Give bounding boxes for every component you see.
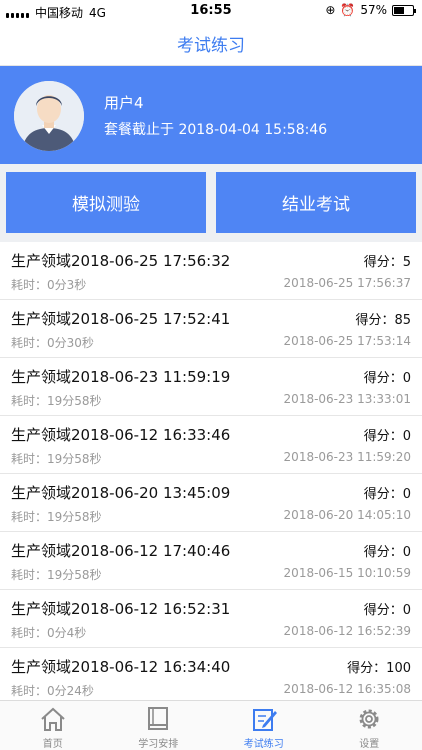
record-date: 2018-06-23 11:59:20 <box>283 450 411 464</box>
tab-settings[interactable]: 设置 <box>317 701 422 750</box>
tab-label: 考试练习 <box>243 739 284 750</box>
record-score: 得分：0 <box>363 603 411 618</box>
record-duration: 耗时：19分58秒 <box>11 510 102 524</box>
record-score: 得分：0 <box>363 545 411 560</box>
record-date: 2018-06-12 16:52:39 <box>283 624 411 638</box>
record-title: 生产领域2018-06-20 13:45:09 <box>11 484 231 502</box>
tab-label: 设置 <box>359 739 380 750</box>
list-item[interactable]: 生产领域2018-06-12 16:52:31 得分：0 耗时：0分4秒 201… <box>0 590 422 648</box>
nav-bar: 考试练习 <box>0 22 422 66</box>
record-title: 生产领域2018-06-23 11:59:19 <box>11 368 231 386</box>
status-bar: 中国移动 4G 16:55 ⊕ ⏰ 57% <box>0 0 422 22</box>
record-date: 2018-06-25 17:56:37 <box>283 276 411 290</box>
list-item[interactable]: 生产领域2018-06-12 16:33:46 得分：0 耗时：19分58秒 2… <box>0 416 422 474</box>
user-name: 用户4 <box>104 94 144 112</box>
record-date: 2018-06-15 10:10:59 <box>283 566 411 580</box>
record-date: 2018-06-12 16:35:08 <box>283 682 411 696</box>
user-avatar-icon <box>14 81 84 151</box>
record-title: 生产领域2018-06-12 17:40:46 <box>11 542 231 560</box>
book-icon <box>148 707 169 730</box>
tab-bar: 首页 学习安排 考试练习 设置 <box>0 700 422 750</box>
record-duration: 耗时：0分24秒 <box>11 684 94 698</box>
record-score: 得分：0 <box>363 429 411 444</box>
mock-test-button[interactable]: 模拟测验 <box>6 172 206 233</box>
gear-icon <box>359 709 379 729</box>
record-score: 得分：0 <box>363 487 411 502</box>
action-button-row: 模拟测验 结业考试 <box>0 164 422 242</box>
tab-exam-practice[interactable]: 考试练习 <box>211 701 317 750</box>
list-item[interactable]: 生产领域2018-06-12 17:40:46 得分：0 耗时：19分58秒 2… <box>0 532 422 590</box>
profile-banner: 用户4 套餐截止于 2018-04-04 15:58:46 <box>0 66 422 164</box>
record-title: 生产领域2018-06-25 17:52:41 <box>11 310 231 328</box>
record-date: 2018-06-23 13:33:01 <box>283 392 411 406</box>
record-date: 2018-06-20 14:05:10 <box>283 508 411 522</box>
edit-icon <box>252 709 277 731</box>
tab-home[interactable]: 首页 <box>0 701 106 750</box>
list-item[interactable]: 生产领域2018-06-25 17:56:32 得分：5 耗时：0分3秒 201… <box>0 242 422 300</box>
alarm-icon: ⏰ <box>340 3 356 17</box>
record-duration: 耗时：0分4秒 <box>11 626 87 640</box>
subscription-expiry: 套餐截止于 2018-04-04 15:58:46 <box>104 122 328 138</box>
record-title: 生产领域2018-06-25 17:56:32 <box>11 252 231 270</box>
list-item[interactable]: 生产领域2018-06-20 13:45:09 得分：0 耗时：19分58秒 2… <box>0 474 422 532</box>
list-item[interactable]: 生产领域2018-06-12 16:34:40 得分：100 耗时：0分24秒 … <box>0 648 422 700</box>
record-duration: 耗时：19分58秒 <box>11 394 102 408</box>
tab-label: 首页 <box>42 739 63 750</box>
record-duration: 耗时：19分58秒 <box>11 452 102 466</box>
record-score: 得分：85 <box>355 313 411 328</box>
tab-study-plan[interactable]: 学习安排 <box>106 701 212 750</box>
record-score: 得分：0 <box>363 371 411 386</box>
record-duration: 耗时：0分30秒 <box>11 336 94 350</box>
page-title: 考试练习 <box>177 36 245 56</box>
record-title: 生产领域2018-06-12 16:33:46 <box>11 426 231 444</box>
rotation-lock-icon: ⊕ <box>325 3 336 17</box>
home-icon <box>41 707 65 731</box>
final-exam-button[interactable]: 结业考试 <box>216 172 416 233</box>
record-duration: 耗时：19分58秒 <box>11 568 102 582</box>
record-title: 生产领域2018-06-12 16:52:31 <box>11 600 231 618</box>
exam-record-list[interactable]: 生产领域2018-06-25 17:56:32 得分：5 耗时：0分3秒 201… <box>0 242 422 700</box>
battery-percent: 57% <box>360 3 387 17</box>
avatar[interactable] <box>14 81 84 151</box>
record-duration: 耗时：0分3秒 <box>11 278 87 292</box>
record-title: 生产领域2018-06-12 16:34:40 <box>11 658 231 676</box>
record-score: 得分：5 <box>363 255 411 270</box>
tab-label: 学习安排 <box>138 739 179 750</box>
list-item[interactable]: 生产领域2018-06-25 17:52:41 得分：85 耗时：0分30秒 2… <box>0 300 422 358</box>
record-score: 得分：100 <box>347 661 411 676</box>
status-right: ⊕ ⏰ 57% <box>325 3 416 17</box>
record-date: 2018-06-25 17:53:14 <box>283 334 411 348</box>
battery-icon <box>392 4 416 16</box>
list-item[interactable]: 生产领域2018-06-23 11:59:19 得分：0 耗时：19分58秒 2… <box>0 358 422 416</box>
